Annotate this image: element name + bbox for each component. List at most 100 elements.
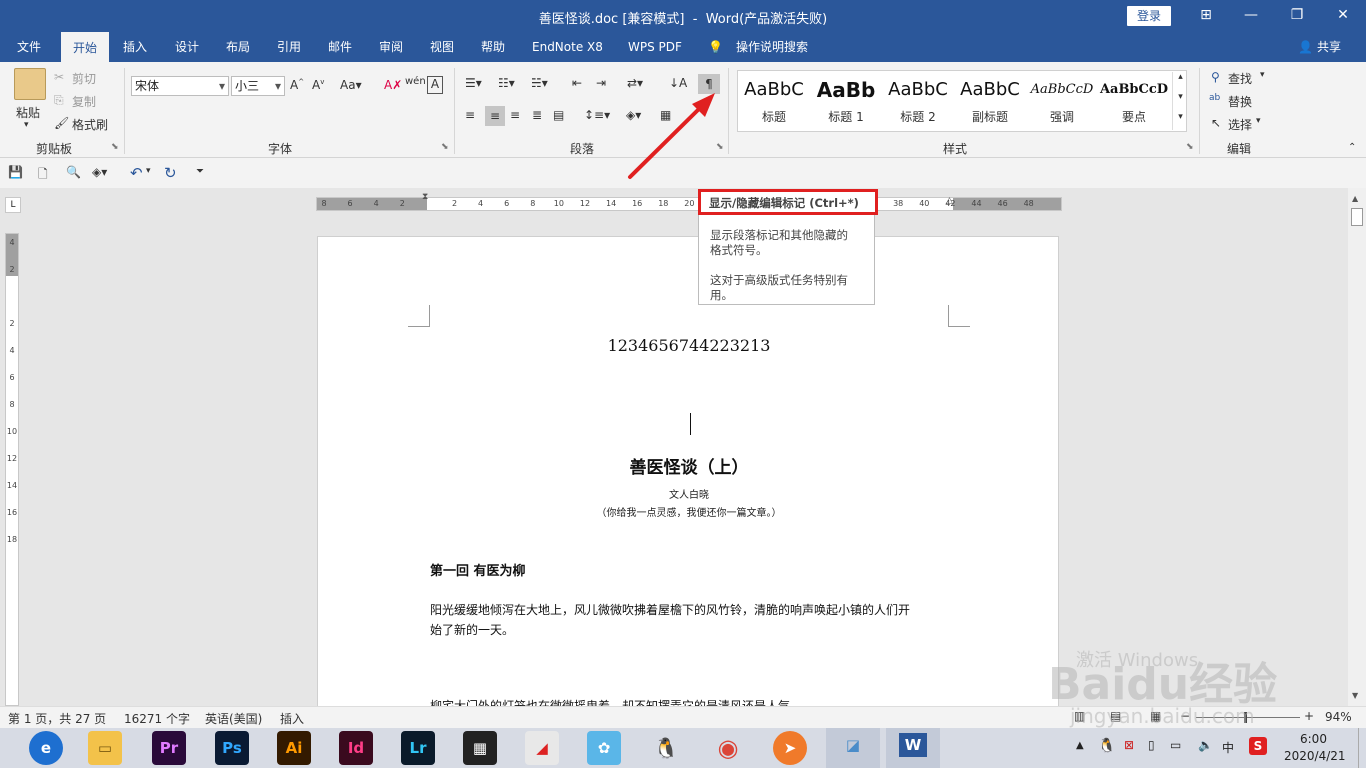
distributed-icon[interactable]: ▤	[553, 108, 564, 122]
select-button[interactable]: 选择	[1228, 116, 1252, 133]
replace-button[interactable]: 替换	[1228, 93, 1252, 110]
scroll-down-icon[interactable]: ▼	[1352, 691, 1358, 700]
print-layout-icon[interactable]: ▤	[1110, 709, 1121, 723]
redo-icon[interactable]: ↻	[164, 164, 177, 182]
vertical-ruler[interactable]: 4 2 2 4 6 8 10 12 14 16 18	[5, 233, 19, 706]
insert-mode-status[interactable]: 插入	[280, 710, 304, 727]
word-count[interactable]: 16271 个字	[124, 710, 190, 727]
photoshop-icon[interactable]: Ps	[215, 731, 249, 765]
language-status[interactable]: 英语(美国)	[205, 710, 262, 727]
clock-date[interactable]: 2020/4/21	[1284, 749, 1346, 763]
chat-app-icon[interactable]: ✿	[587, 731, 621, 765]
copy-icon[interactable]: ⎘	[54, 93, 64, 108]
style-heading-2[interactable]: AaBbC 标题 2	[882, 72, 954, 130]
undo-icon[interactable]: ↶	[130, 164, 143, 182]
app-icon[interactable]: ◢	[525, 731, 559, 765]
document-area[interactable]: L 8642246810121416182036384042444648 ⧗ △…	[0, 188, 1348, 706]
tab-review[interactable]: 审阅	[379, 32, 403, 62]
font-name-combo[interactable]: 宋体 ▾	[131, 76, 229, 96]
find-dropdown-icon[interactable]: ▾	[1260, 70, 1265, 80]
tray-network-icon[interactable]: ⊠	[1124, 738, 1134, 752]
zoom-in-icon[interactable]: +	[1304, 709, 1314, 723]
find-button[interactable]: 查找	[1228, 70, 1252, 87]
collapse-ribbon-icon[interactable]: ⌃	[1348, 142, 1356, 153]
tell-me-search[interactable]: 操作说明搜索	[736, 32, 808, 62]
zoom-slider-thumb[interactable]	[1244, 712, 1247, 723]
replace-icon[interactable]: ab	[1209, 93, 1220, 103]
scroll-thumb[interactable]	[1351, 208, 1363, 226]
select-dropdown-icon[interactable]: ▾	[1256, 116, 1261, 126]
close-button[interactable]: ✕	[1320, 0, 1366, 32]
share-button[interactable]: 共享	[1317, 32, 1341, 62]
decrease-indent-icon[interactable]: ⇤	[572, 76, 582, 90]
phonetic-guide-icon[interactable]: wén	[405, 76, 426, 87]
ime-indicator[interactable]: 中	[1222, 739, 1234, 756]
justify-icon[interactable]: ≣	[532, 108, 542, 122]
paste-button[interactable]: 粘贴	[16, 104, 40, 121]
indesign-icon[interactable]: Id	[339, 731, 373, 765]
minimize-button[interactable]: —	[1228, 0, 1274, 32]
tray-qq-icon[interactable]: 🐧	[1098, 738, 1115, 754]
copy-button[interactable]: 复制	[72, 93, 96, 110]
taskbar-active-app[interactable]: ◪	[826, 728, 880, 768]
tab-references[interactable]: 引用	[277, 32, 301, 62]
tab-endnote[interactable]: EndNote X8	[532, 32, 603, 62]
tab-view[interactable]: 视图	[430, 32, 454, 62]
select-icon[interactable]: ↖	[1211, 116, 1221, 130]
zoom-slider[interactable]	[1196, 717, 1300, 718]
cut-icon[interactable]: ✂	[54, 70, 64, 84]
tab-layout[interactable]: 布局	[226, 32, 250, 62]
tab-design[interactable]: 设计	[175, 32, 199, 62]
premiere-icon[interactable]: Pr	[152, 731, 186, 765]
clock-time[interactable]: 6:00	[1300, 732, 1327, 746]
cut-button[interactable]: 剪切	[72, 70, 96, 87]
tray-battery-icon[interactable]: ▯	[1148, 738, 1155, 752]
style-subtitle[interactable]: AaBbC 副标题	[954, 72, 1026, 130]
gallery-down-icon[interactable]: ▾	[1172, 92, 1188, 112]
zoom-out-icon[interactable]: −	[1180, 709, 1190, 723]
paste-dropdown-icon[interactable]: ▾	[24, 120, 29, 130]
vertical-scrollbar[interactable]: ▲ ▼	[1348, 188, 1366, 706]
style-title[interactable]: AaBbC 标题	[738, 72, 810, 130]
tray-expand-icon[interactable]: ▲	[1076, 740, 1084, 751]
qq-icon[interactable]: 🐧	[649, 731, 683, 765]
format-painter-icon[interactable]: 🖌	[54, 116, 69, 130]
app-icon[interactable]: ➤	[773, 731, 807, 765]
web-layout-icon[interactable]: ▦	[1150, 709, 1161, 723]
shrink-font-icon[interactable]: Av	[312, 78, 324, 92]
tab-selector-icon[interactable]: L	[5, 197, 21, 213]
new-document-icon[interactable]: 🗋	[38, 165, 48, 186]
chrome-icon[interactable]: ◉	[711, 731, 745, 765]
tab-wps-pdf[interactable]: WPS PDF	[628, 32, 682, 62]
numbering-icon[interactable]: ☷▾	[498, 76, 515, 90]
align-left-icon[interactable]: ≡	[465, 108, 475, 122]
tray-display-icon[interactable]: ▭	[1170, 738, 1181, 752]
save-icon[interactable]: 💾	[8, 165, 23, 179]
increase-indent-icon[interactable]: ⇥	[596, 76, 606, 90]
login-button[interactable]: 登录	[1127, 6, 1171, 26]
restore-button[interactable]: ❐	[1274, 0, 1320, 32]
undo-dropdown-icon[interactable]: ▾	[146, 166, 151, 176]
indent-marker-icon[interactable]: ⧗	[422, 192, 428, 202]
sogou-ime-icon[interactable]: S	[1249, 737, 1267, 755]
font-launcher-icon[interactable]: ⬊	[441, 142, 449, 152]
format-painter-button[interactable]: 格式刷	[72, 116, 108, 133]
customize-qat-icon[interactable]: ⏷	[196, 166, 204, 177]
gallery-up-icon[interactable]: ▴	[1172, 72, 1188, 92]
clear-formatting-icon[interactable]: A✗	[384, 78, 402, 92]
styles-launcher-icon[interactable]: ⬊	[1186, 142, 1194, 152]
print-preview-icon[interactable]: 🔍	[66, 165, 81, 179]
font-size-combo[interactable]: 小三 ▾	[231, 76, 285, 96]
right-indent-marker-icon[interactable]: △	[946, 196, 953, 206]
browser-icon[interactable]: e	[29, 731, 63, 765]
tab-help[interactable]: 帮助	[481, 32, 505, 62]
lightroom-icon[interactable]: Lr	[401, 731, 435, 765]
bullets-icon[interactable]: ☰▾	[465, 76, 482, 90]
gallery-more-icon[interactable]: ▾	[1172, 112, 1188, 130]
touch-mode-icon[interactable]: ◈▾	[92, 165, 107, 179]
video-editor-icon[interactable]: ▦	[463, 731, 497, 765]
document-page[interactable]: 1234656744223213 善医怪谈（上） 文人白晓 （你给我一点灵感，我…	[317, 236, 1059, 706]
change-case-icon[interactable]: Aa▾	[340, 78, 362, 92]
ribbon-display-options-icon[interactable]: ⊞	[1183, 0, 1229, 32]
read-mode-icon[interactable]: ▥	[1074, 709, 1085, 723]
